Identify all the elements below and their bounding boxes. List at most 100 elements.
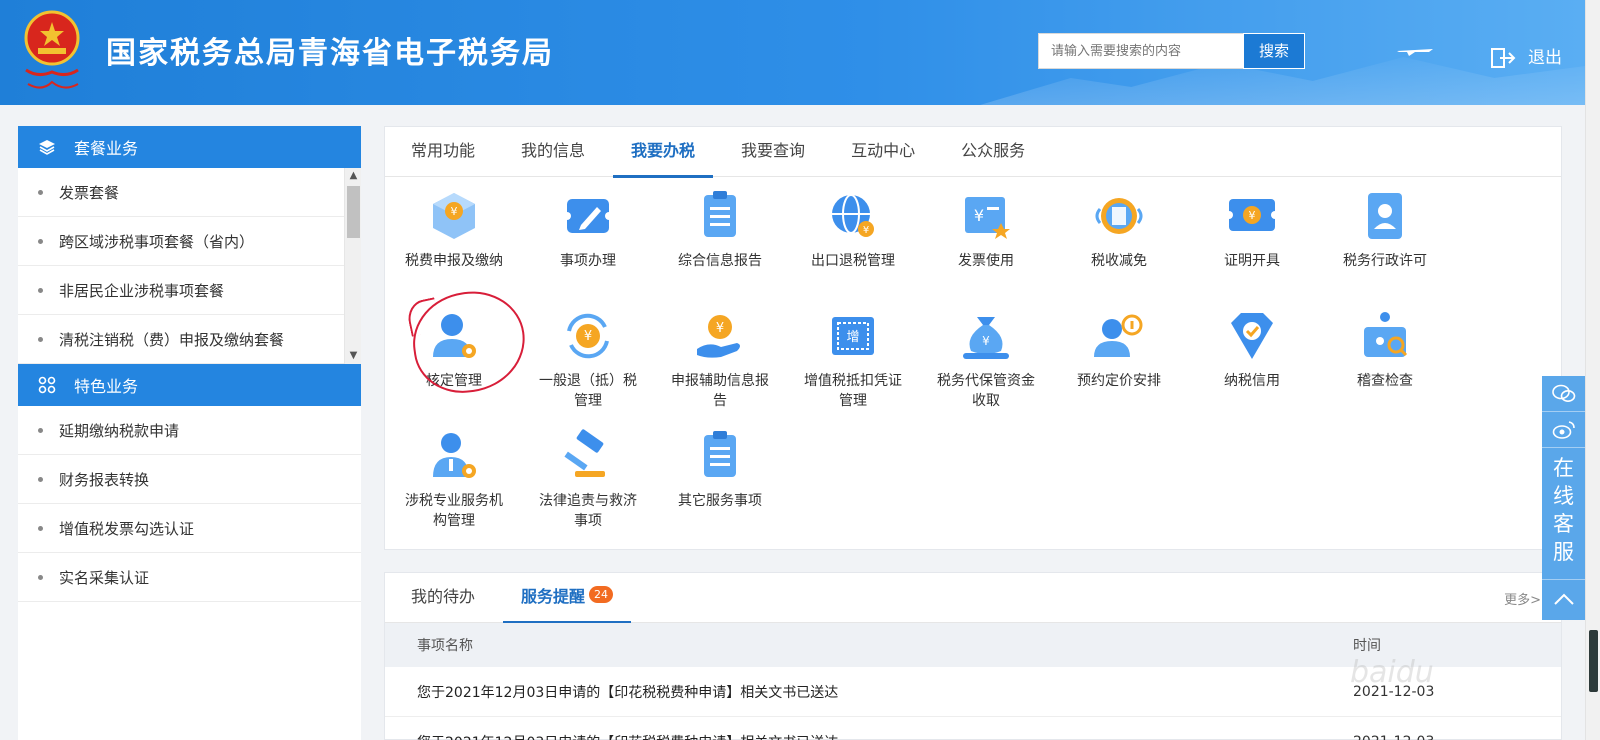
function-tile[interactable]: 法律追责与救济 事项 <box>523 427 653 531</box>
column-header-name: 事项名称 <box>417 638 473 654</box>
sidebar-item-label: 非居民企业涉税事项套餐 <box>59 281 225 300</box>
clipboard-icon <box>691 187 749 245</box>
reminder-tabs: 我的待办 服务提醒 24 <box>385 573 1561 624</box>
sidebar-scrollbar[interactable]: ▲ ▼ <box>344 168 361 364</box>
function-tile[interactable]: 增增值税抵扣凭证 管理 <box>788 307 918 411</box>
bullet-icon <box>38 525 43 531</box>
diamond-check-icon <box>1223 307 1281 365</box>
sidebar-item-invoice-package[interactable]: 发票套餐 <box>18 168 361 217</box>
function-tile[interactable]: 其它服务事项 <box>655 427 785 511</box>
search-input[interactable] <box>1038 33 1245 69</box>
tax-declare-icon: ¥ <box>425 187 483 245</box>
tab-my-info[interactable]: 我的信息 <box>503 127 603 176</box>
function-tile[interactable]: ¥ 申报辅助信息报 告 <box>655 307 785 411</box>
function-label: 法律追责与救济 事项 <box>539 493 637 529</box>
tab-my-todo[interactable]: 我的待办 <box>393 573 493 622</box>
wechat-button[interactable] <box>1542 376 1585 412</box>
function-tile[interactable]: 预约定价安排 <box>1054 307 1184 391</box>
tab-common[interactable]: 常用功能 <box>393 127 493 176</box>
top-banner: 国家税务总局青海省电子税务局 搜索 退出 <box>0 0 1585 105</box>
function-tile[interactable]: ¥ 出口退税管理 <box>788 187 918 271</box>
hand-coin-icon: ¥ <box>691 307 749 365</box>
function-tile[interactable]: 事项办理 <box>523 187 653 271</box>
weibo-button[interactable] <box>1542 412 1585 448</box>
tab-query[interactable]: 我要查询 <box>723 127 823 176</box>
bullet-icon <box>38 189 43 195</box>
certificate-icon: ¥ <box>1223 187 1281 245</box>
column-header-date: 时间 <box>1353 638 1381 654</box>
function-label: 税收减免 <box>1091 253 1147 269</box>
side-widget <box>1589 630 1598 692</box>
agent-gear-icon <box>425 427 483 485</box>
customer-service-label: 在线客服 <box>1553 456 1574 564</box>
sidebar-section-title: 特色业务 <box>74 377 139 396</box>
function-label: 一般退（抵）税 管理 <box>539 373 637 409</box>
bullet-icon <box>38 574 43 580</box>
bullet-icon <box>38 427 43 433</box>
clipboard-icon <box>691 427 749 485</box>
user-info-icon <box>1090 307 1148 365</box>
search-button[interactable]: 搜索 <box>1243 33 1305 69</box>
package-list: 发票套餐 跨区域涉税事项套餐（省内） 非居民企业涉税事项套餐 清税注销税（费）申… <box>18 168 361 364</box>
sidebar-item-financial-conversion[interactable]: 财务报表转换 <box>18 455 361 504</box>
function-tile[interactable]: 税收减免 <box>1054 187 1184 271</box>
sidebar-item-deregistration[interactable]: 清税注销税（费）申报及缴纳套餐 <box>18 315 361 364</box>
function-tile[interactable]: 综合信息报告 <box>655 187 785 271</box>
function-tile[interactable]: ¥ 证明开具 <box>1187 187 1317 271</box>
wechat-icon <box>1551 384 1575 402</box>
row-item-name[interactable]: 您于2021年12月03日申请的【印花税税费种申请】相关文书已送达 <box>417 682 838 702</box>
sidebar-item-vat-selection[interactable]: 增值税发票勾选认证 <box>18 504 361 553</box>
function-tile[interactable]: ¥ 税费申报及缴纳 <box>389 187 519 271</box>
scrollbar-thumb[interactable] <box>347 186 360 238</box>
tab-service-reminder[interactable]: 服务提醒 24 <box>503 573 632 624</box>
function-label: 税务代保管资金 收取 <box>937 373 1035 409</box>
sidebar-section-title: 套餐业务 <box>74 139 139 158</box>
online-customer-service[interactable]: 在线客服 <box>1542 448 1585 580</box>
reminder-count-badge: 24 <box>589 586 614 603</box>
row-item-date: 2021-12-03 <box>1353 734 1434 740</box>
national-emblem-icon <box>24 10 80 89</box>
function-tile[interactable]: ¥ 一般退（抵）税 管理 <box>523 307 653 411</box>
sidebar-item-label: 延期缴纳税款申请 <box>59 421 180 440</box>
tab-label: 服务提醒 <box>521 587 586 606</box>
function-label: 涉税专业服务机 构管理 <box>405 493 503 529</box>
function-label: 稽查检查 <box>1357 373 1413 389</box>
sidebar-item-deferred-payment[interactable]: 延期缴纳税款申请 <box>18 406 361 455</box>
function-tile[interactable]: 涉税专业服务机 构管理 <box>389 427 519 531</box>
scroll-down-icon[interactable]: ▼ <box>345 348 362 364</box>
page-scrollbar[interactable] <box>1585 0 1600 740</box>
tab-do-tax[interactable]: 我要办税 <box>613 127 714 178</box>
svg-text:¥: ¥ <box>451 205 458 218</box>
refund-cycle-icon: ¥ <box>559 307 617 365</box>
function-tile[interactable]: ¥ 发票使用 <box>921 187 1051 271</box>
logout-link[interactable]: 退出 <box>1528 43 1562 68</box>
function-tile[interactable]: ¥ 税务代保管资金 收取 <box>921 307 1051 411</box>
id-card-icon <box>1356 187 1414 245</box>
baidu-watermark: baidu <box>1350 655 1434 690</box>
tab-public-service[interactable]: 公众服务 <box>943 127 1043 176</box>
sidebar-item-cross-region[interactable]: 跨区域涉税事项套餐（省内） <box>18 217 361 266</box>
gavel-icon <box>559 427 617 485</box>
bullet-icon <box>38 336 43 342</box>
main-tabs: 常用功能 我的信息 我要办税 我要查询 互动中心 公众服务 <box>385 127 1561 178</box>
tab-interaction[interactable]: 互动中心 <box>833 127 933 176</box>
sidebar-item-label: 财务报表转换 <box>59 470 150 489</box>
svg-text:¥: ¥ <box>863 225 869 236</box>
row-item-name[interactable]: 您于2021年12月03日申请的【印花税税费种申请】相关文书已送达 <box>417 732 838 740</box>
back-to-top-button[interactable] <box>1542 580 1585 618</box>
function-tile[interactable]: 稽查检查 <box>1320 307 1450 391</box>
site-title: 国家税务总局青海省电子税务局 <box>106 36 554 71</box>
bullet-icon <box>38 287 43 293</box>
scroll-up-icon[interactable]: ▲ <box>345 168 362 184</box>
function-tile[interactable]: 税务行政许可 <box>1320 187 1450 271</box>
sidebar-section-header[interactable]: 特色业务 <box>18 364 361 406</box>
more-link[interactable]: 更多> <box>1504 589 1541 608</box>
sidebar-item-realname[interactable]: 实名采集认证 <box>18 553 361 602</box>
sidebar-section-header[interactable]: 套餐业务 <box>18 126 361 168</box>
sidebar-item-nonresident[interactable]: 非居民企业涉税事项套餐 <box>18 266 361 315</box>
logout-icon[interactable] <box>1488 43 1516 71</box>
function-label: 预约定价安排 <box>1077 373 1161 389</box>
table-row[interactable]: 您于2021年12月03日申请的【印花税税费种申请】相关文书已送达 2021-1… <box>385 717 1561 740</box>
function-tile[interactable]: 纳税信用 <box>1187 307 1317 391</box>
sidebar-item-label: 清税注销税（费）申报及缴纳套餐 <box>59 330 285 349</box>
